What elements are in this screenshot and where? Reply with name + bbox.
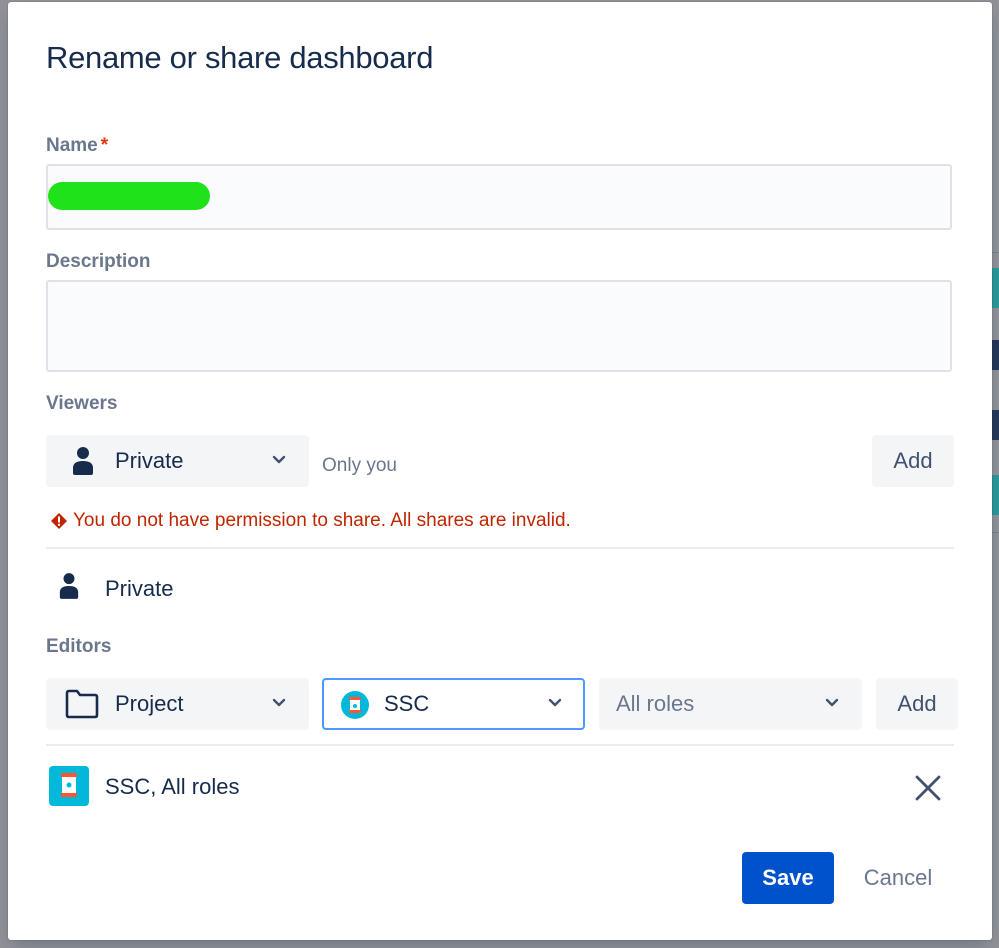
viewers-type-select[interactable]: Private bbox=[46, 435, 309, 487]
person-icon bbox=[73, 447, 93, 475]
editors-add-button[interactable]: Add bbox=[876, 678, 958, 730]
editors-type-value: Project bbox=[115, 691, 184, 716]
name-field-container bbox=[46, 164, 952, 230]
required-marker: * bbox=[100, 135, 109, 156]
error-icon bbox=[51, 513, 67, 529]
name-input[interactable] bbox=[48, 166, 950, 228]
background-element bbox=[991, 410, 999, 440]
close-icon[interactable] bbox=[914, 774, 942, 802]
editors-role-select[interactable]: All roles bbox=[599, 678, 862, 730]
chevron-down-icon bbox=[272, 698, 286, 707]
dialog-title: Rename or share dashboard bbox=[46, 40, 434, 75]
editors-project-select[interactable]: SSC bbox=[322, 678, 585, 730]
description-input[interactable] bbox=[48, 282, 950, 370]
permission-error: You do not have permission to share. All… bbox=[50, 510, 571, 532]
viewers-type-value: Private bbox=[115, 448, 184, 473]
viewer-entry-label: Private bbox=[105, 576, 174, 601]
editors-divider bbox=[46, 744, 954, 746]
editors-type-select[interactable]: Project bbox=[46, 678, 309, 730]
viewers-divider bbox=[46, 547, 954, 549]
chevron-down-icon bbox=[272, 455, 286, 464]
chevron-down-icon bbox=[825, 698, 839, 707]
background-element bbox=[991, 475, 999, 515]
name-label: Name * bbox=[46, 135, 109, 156]
viewers-add-button[interactable]: Add bbox=[872, 435, 954, 487]
chevron-down-icon bbox=[548, 698, 562, 707]
editor-entry-label: SSC, All roles bbox=[105, 774, 240, 799]
person-icon bbox=[59, 573, 79, 599]
background-element bbox=[991, 268, 999, 308]
viewers-hint: Only you bbox=[322, 455, 397, 476]
editors-project-value: SSC bbox=[384, 691, 430, 716]
rename-share-dialog: Rename or share dashboard Name * Descript… bbox=[8, 2, 992, 940]
viewers-label: Viewers bbox=[46, 393, 118, 414]
project-avatar-icon bbox=[49, 766, 89, 806]
save-button[interactable]: Save bbox=[742, 852, 834, 904]
editors-label: Editors bbox=[46, 636, 112, 657]
error-message: You do not have permission to share. All… bbox=[73, 510, 571, 531]
editors-role-value: All roles bbox=[616, 691, 695, 716]
cancel-button[interactable]: Cancel bbox=[854, 852, 942, 904]
project-avatar-icon bbox=[341, 691, 369, 719]
description-label: Description bbox=[46, 251, 151, 272]
folder-icon bbox=[65, 689, 99, 719]
description-field-container bbox=[46, 280, 952, 372]
background-element bbox=[991, 340, 999, 370]
